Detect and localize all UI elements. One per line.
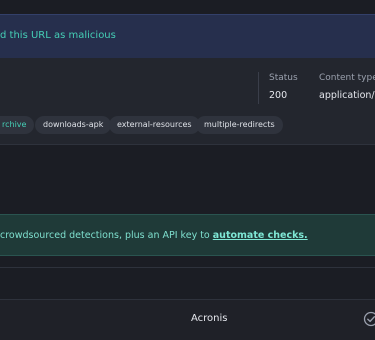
content-type-label: Content type <box>319 73 375 83</box>
alert-text: d this URL as malicious <box>0 30 116 41</box>
detection-alert-banner: d this URL as malicious <box>0 14 375 60</box>
promo-message: crowdsourced detections, plus an API key… <box>0 230 213 241</box>
vendor-name: Acronis <box>191 313 228 324</box>
check-circle-icon <box>363 311 375 327</box>
section-divider <box>0 267 375 268</box>
content-type-value: application/v <box>319 90 375 101</box>
automate-checks-link[interactable]: automate checks. <box>213 230 308 241</box>
tag-external-resources[interactable]: external-resources <box>109 116 200 134</box>
status-label: Status <box>269 73 298 83</box>
tag-multiple-redirects[interactable]: multiple-redirects <box>196 116 283 134</box>
promo-text: crowdsourced detections, plus an API key… <box>0 230 308 241</box>
table-row: Acronis <box>0 300 375 340</box>
promo-banner: crowdsourced detections, plus an API key… <box>0 214 375 256</box>
tag-archive[interactable]: rchive <box>0 116 35 134</box>
content-separator <box>0 145 375 193</box>
status-value: 200 <box>269 90 288 101</box>
meta-divider <box>258 72 259 104</box>
tag-downloads-apk[interactable]: downloads-apk <box>35 116 112 134</box>
